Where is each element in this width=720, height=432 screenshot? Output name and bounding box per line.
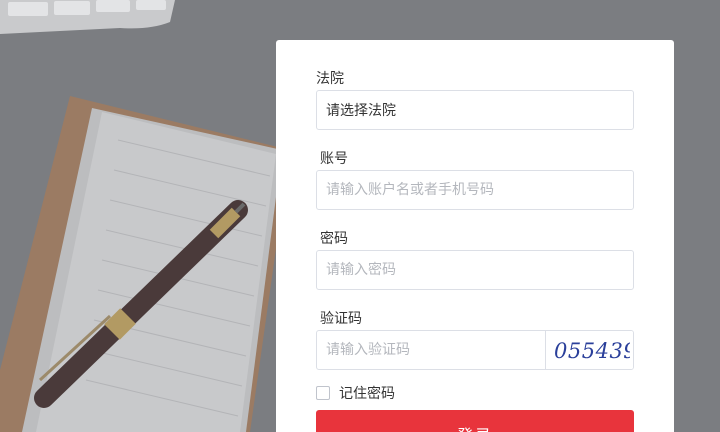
password-label: 密码 [320, 231, 348, 247]
captcha-field [317, 331, 545, 369]
captcha-code-graphic: 055439 [554, 339, 630, 363]
password-field [316, 250, 634, 290]
captcha-label: 验证码 [320, 311, 362, 327]
remember-checkbox[interactable] [316, 386, 330, 400]
captcha-input[interactable] [326, 331, 536, 369]
court-select-value: 请选择法院 [326, 103, 396, 119]
password-input[interactable] [326, 251, 624, 289]
court-select[interactable]: 请选择法院 [316, 90, 634, 130]
account-field [316, 170, 634, 210]
account-label: 账号 [320, 151, 348, 167]
court-label: 法院 [316, 71, 344, 87]
remember-password[interactable]: 记住密码 [316, 383, 395, 403]
captcha-code-text: 055439 [554, 339, 630, 363]
account-input[interactable] [326, 171, 624, 209]
login-button[interactable]: 登录 [316, 410, 634, 432]
captcha-row: 055439 [316, 330, 634, 370]
captcha-image[interactable]: 055439 [545, 331, 633, 369]
remember-label: 记住密码 [339, 386, 395, 402]
login-card: 法院 请选择法院 账号 密码 验证码 055439 记住密码 登录 [276, 40, 674, 432]
